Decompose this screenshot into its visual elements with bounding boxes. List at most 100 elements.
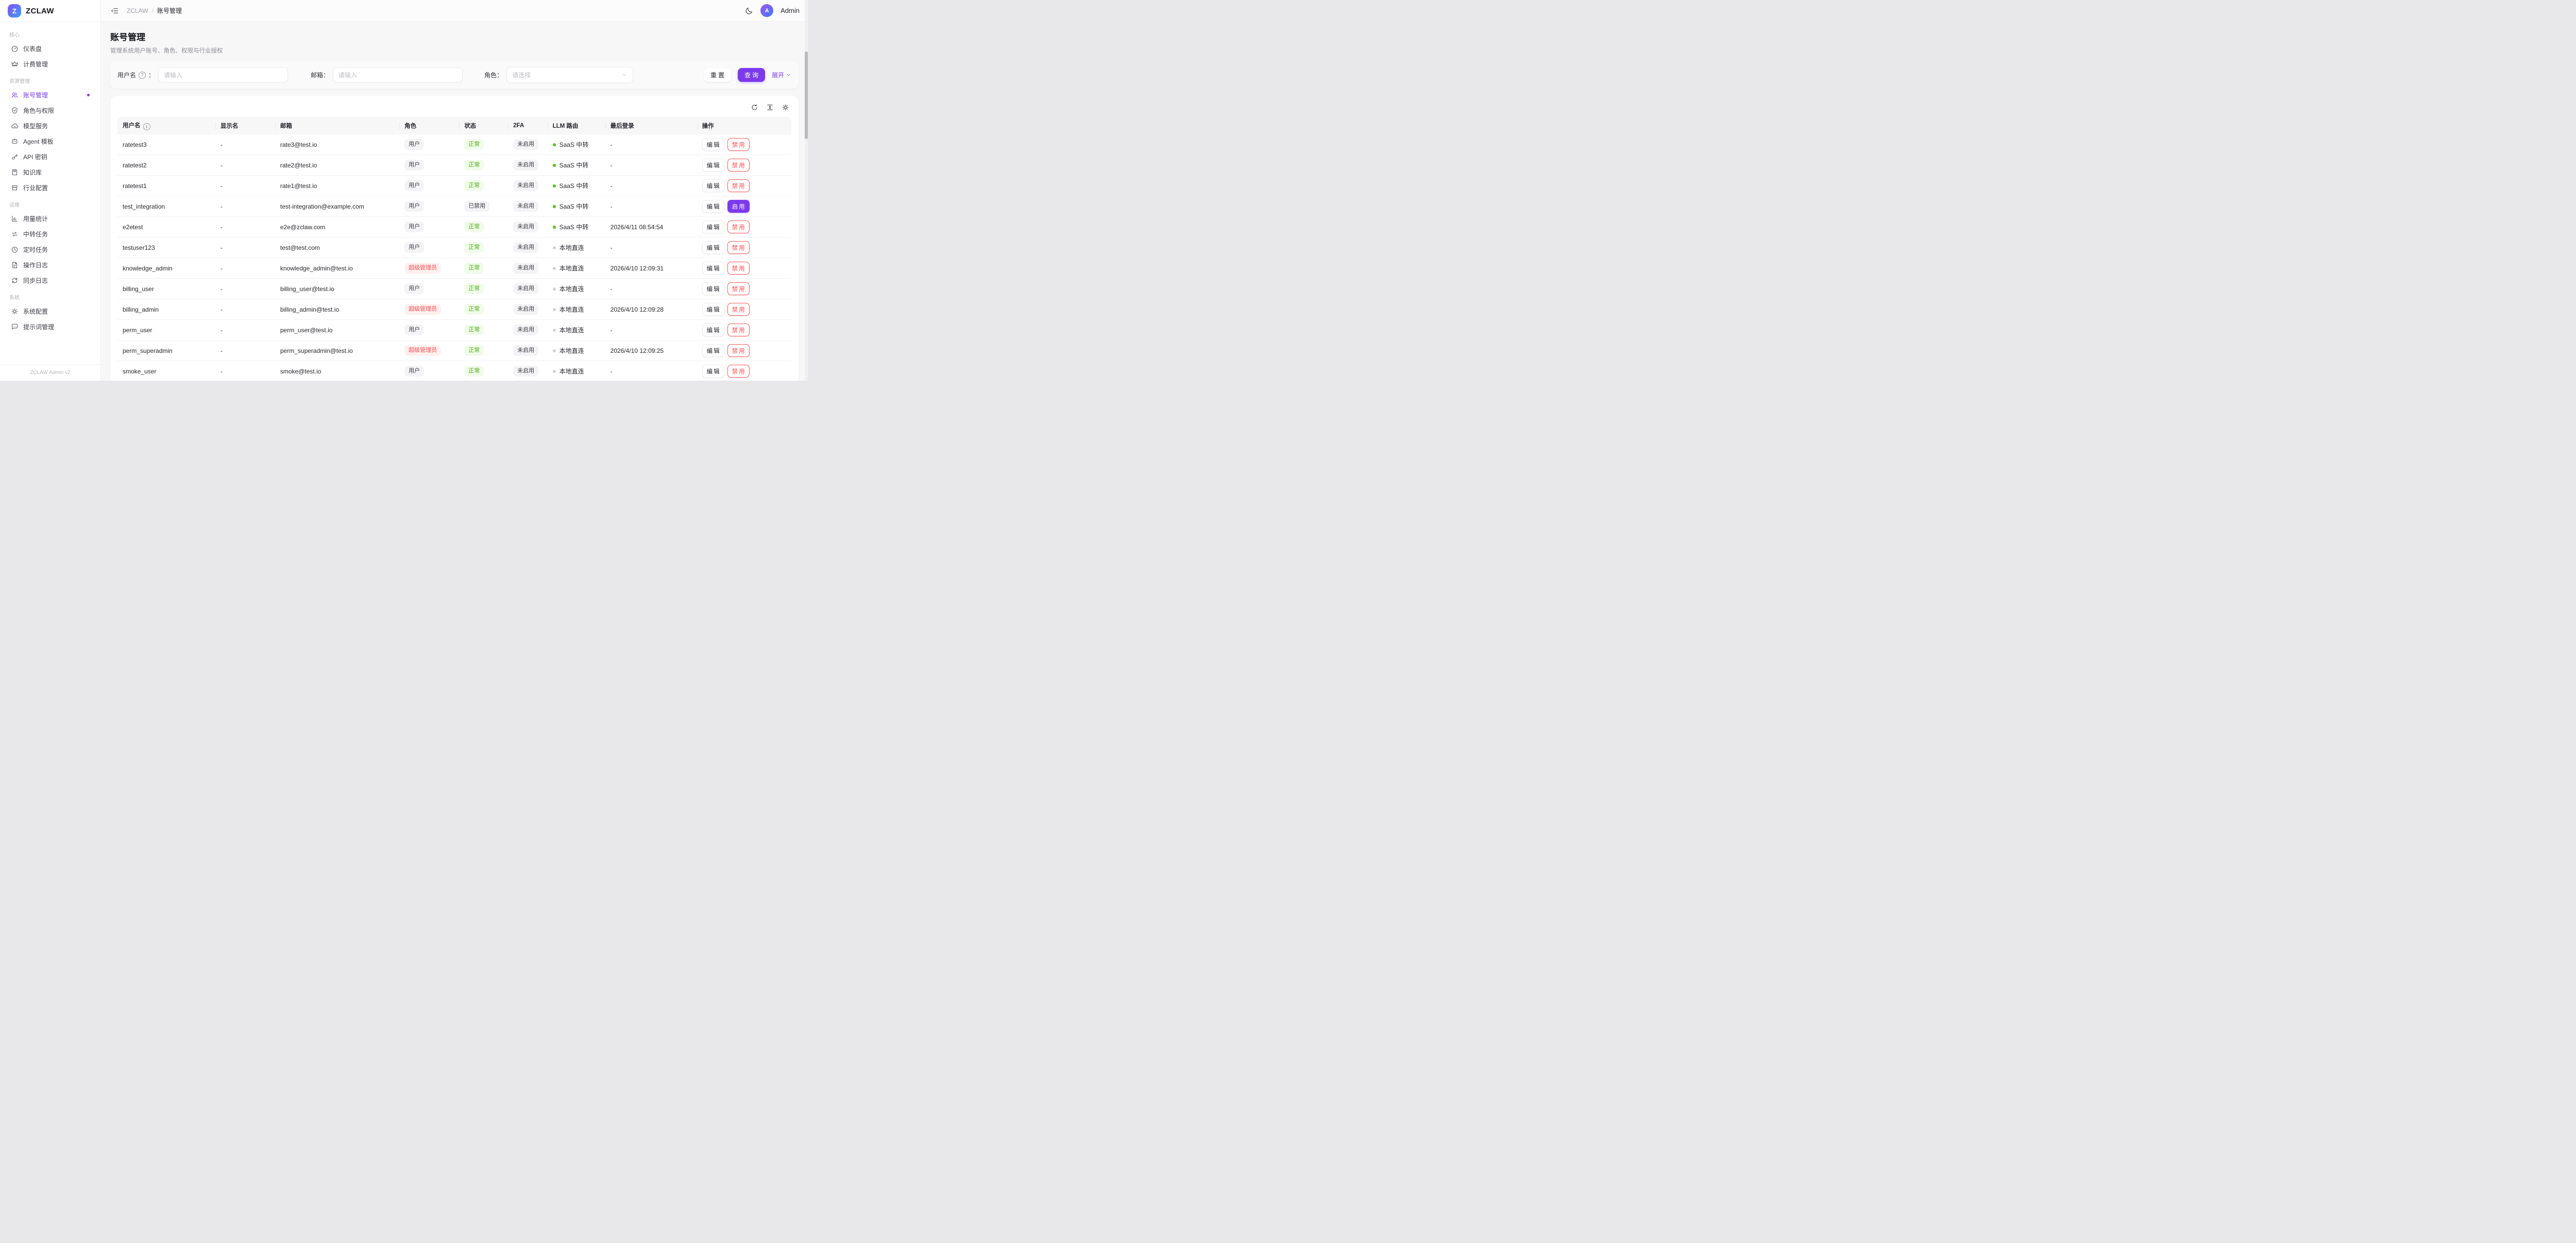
- sidebar-item-op-logs[interactable]: 操作日志: [6, 257, 94, 273]
- disable-button[interactable]: 禁用: [727, 344, 750, 357]
- brand-title: ZCLAW: [26, 7, 54, 15]
- sidebar-item-label: 定时任务: [23, 245, 48, 254]
- edit-button[interactable]: 编辑: [702, 159, 724, 172]
- disable-button[interactable]: 禁用: [727, 179, 750, 192]
- role-badge: 超级管理员: [404, 345, 441, 356]
- sidebar-item-industry[interactable]: 行业配置: [6, 180, 94, 195]
- app-logo[interactable]: Z ZCLAW: [0, 0, 100, 22]
- disable-button[interactable]: 禁用: [727, 282, 750, 295]
- sidebar-item-sync-logs[interactable]: 同步日志: [6, 273, 94, 288]
- table-row: smoke_user-smoke@test.io用户正常未启用本地直连-编辑禁用: [117, 361, 791, 381]
- cell-username: e2etest: [117, 217, 215, 237]
- edit-button[interactable]: 编辑: [702, 200, 724, 213]
- disable-button[interactable]: 禁用: [727, 323, 750, 336]
- disable-button[interactable]: 禁用: [727, 262, 750, 275]
- status-badge: 正常: [464, 345, 484, 356]
- sidebar-item-models[interactable]: 模型服务: [6, 118, 94, 133]
- table-row: knowledge_admin-knowledge_admin@test.io超…: [117, 258, 791, 279]
- disable-button[interactable]: 禁用: [727, 365, 750, 378]
- table-row: ratetest3-rate3@test.io用户正常未启用SaaS 中转-编辑…: [117, 134, 791, 155]
- sidebar-item-api-keys[interactable]: API 密钥: [6, 149, 94, 164]
- edit-button[interactable]: 编辑: [702, 138, 724, 151]
- dark-mode-toggle-moon-icon[interactable]: [745, 7, 753, 15]
- sidebar-item-roles[interactable]: 角色与权限: [6, 103, 94, 118]
- column-header: 2FA: [508, 117, 547, 134]
- edit-button[interactable]: 编辑: [702, 282, 724, 295]
- avatar[interactable]: A: [760, 4, 773, 17]
- edit-button[interactable]: 编辑: [702, 220, 724, 233]
- disable-button[interactable]: 禁用: [727, 303, 750, 316]
- gear-icon: [11, 308, 19, 315]
- sidebar-item-label: 模型服务: [23, 122, 48, 130]
- cell-2fa: 未启用: [508, 340, 547, 361]
- enable-button[interactable]: 启用: [727, 200, 750, 213]
- expand-toggle[interactable]: 展开: [772, 71, 791, 79]
- role-badge: 用户: [404, 180, 424, 191]
- user-name[interactable]: Admin: [781, 7, 800, 14]
- sidebar-item-agent-templates[interactable]: Agent 模板: [6, 133, 94, 149]
- table-header-row: 用户名i显示名邮箱角色状态2FALLM 路由最后登录操作: [117, 117, 791, 134]
- sidebar-item-label: 同步日志: [23, 276, 48, 285]
- role-select[interactable]: 请选择: [506, 67, 633, 83]
- edit-button[interactable]: 编辑: [702, 344, 724, 357]
- edit-button[interactable]: 编辑: [702, 241, 724, 254]
- row-height-icon[interactable]: [766, 104, 774, 111]
- cell-email: rate2@test.io: [275, 155, 399, 176]
- filter-card: 用户名 ? ： 邮箱： 角色： 请选择: [110, 61, 799, 89]
- sidebar-item-sys-config[interactable]: 系统配置: [6, 303, 94, 319]
- refresh-icon[interactable]: [751, 104, 758, 111]
- cell-actions: 编辑禁用: [697, 320, 791, 340]
- cell-username: billing_user: [117, 279, 215, 299]
- disable-button[interactable]: 禁用: [727, 138, 750, 151]
- table-row: billing_admin-billing_admin@test.io超级管理员…: [117, 299, 791, 320]
- cell-display-name: -: [215, 299, 275, 320]
- sidebar-item-billing[interactable]: 计费管理: [6, 56, 94, 72]
- edit-button[interactable]: 编辑: [702, 323, 724, 336]
- cell-email: test@test.com: [275, 237, 399, 258]
- settings-gear-icon[interactable]: [782, 104, 789, 111]
- twofa-badge: 未启用: [513, 366, 538, 377]
- twofa-badge: 未启用: [513, 242, 538, 253]
- breadcrumb-root[interactable]: ZCLAW: [127, 7, 148, 14]
- sidebar-section-label: 资源管理: [9, 77, 91, 84]
- filter-username-group: 用户名 ? ：: [117, 67, 288, 82]
- sidebar-item-prompts[interactable]: 提示词管理: [6, 319, 94, 334]
- crown-icon: [11, 60, 19, 68]
- cell-status: 正常: [459, 299, 508, 320]
- sidebar-item-cron-tasks[interactable]: 定时任务: [6, 242, 94, 257]
- edit-button[interactable]: 编辑: [702, 303, 724, 316]
- sidebar-item-relay-tasks[interactable]: 中转任务: [6, 226, 94, 242]
- route-status-dot: [553, 205, 556, 208]
- page-scrollbar-thumb[interactable]: [805, 52, 808, 139]
- edit-button[interactable]: 编辑: [702, 365, 724, 378]
- cell-status: 正常: [459, 279, 508, 299]
- role-badge: 用户: [404, 242, 424, 253]
- status-badge: 正常: [464, 304, 484, 315]
- disable-button[interactable]: 禁用: [727, 220, 750, 233]
- info-circle-icon: i: [143, 123, 150, 130]
- table-row: test_integration-test-integration@exampl…: [117, 196, 791, 217]
- route-status-dot: [553, 226, 556, 229]
- sidebar-item-label: 操作日志: [23, 261, 48, 269]
- page-scrollbar-track[interactable]: [805, 0, 808, 381]
- sidebar-item-label: 角色与权限: [23, 106, 54, 115]
- sidebar-item-accounts[interactable]: 账号管理: [6, 87, 94, 103]
- sidebar-item-usage[interactable]: 用量统计: [6, 211, 94, 226]
- sidebar-item-label: 系统配置: [23, 307, 48, 316]
- table-row: perm_user-perm_user@test.io用户正常未启用本地直连-编…: [117, 320, 791, 340]
- table-row: ratetest2-rate2@test.io用户正常未启用SaaS 中转-编辑…: [117, 155, 791, 176]
- username-input[interactable]: [158, 67, 288, 82]
- disable-button[interactable]: 禁用: [727, 159, 750, 172]
- route-status-dot: [553, 308, 556, 311]
- menu-fold-icon[interactable]: [111, 7, 119, 15]
- search-button[interactable]: 查询: [738, 68, 765, 82]
- edit-button[interactable]: 编辑: [702, 262, 724, 275]
- disable-button[interactable]: 禁用: [727, 241, 750, 254]
- edit-button[interactable]: 编辑: [702, 179, 724, 192]
- cell-role: 超级管理员: [399, 258, 459, 279]
- email-input[interactable]: [333, 67, 463, 82]
- sidebar-item-knowledge[interactable]: 知识库: [6, 164, 94, 180]
- sidebar-item-dashboard[interactable]: 仪表盘: [6, 41, 94, 56]
- logo-badge: Z: [8, 4, 21, 18]
- reset-button[interactable]: 重置: [704, 68, 731, 82]
